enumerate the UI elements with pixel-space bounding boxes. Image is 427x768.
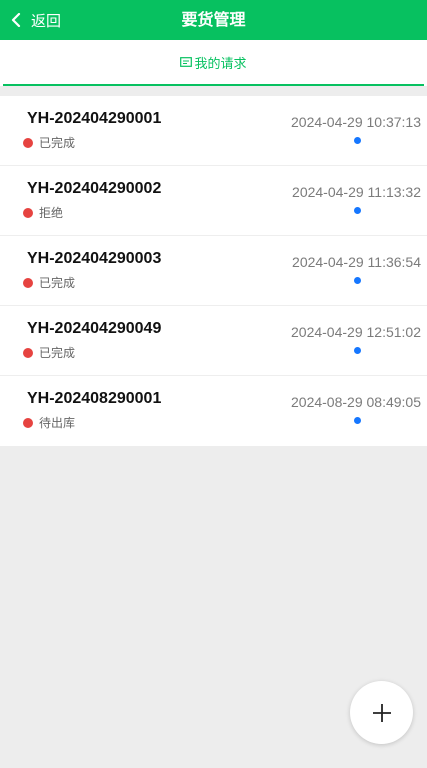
ticket-icon <box>180 57 193 67</box>
back-label: 返回 <box>31 11 62 30</box>
status-text: 拒绝 <box>39 206 64 220</box>
request-time: 2024-08-29 08:49:05 <box>291 394 421 410</box>
request-list: YH-202404290001 已完成 2024-04-29 10:37:13 … <box>0 96 427 446</box>
unread-dot <box>354 417 361 424</box>
status-badge: 已完成 <box>23 134 75 151</box>
tab-my-requests[interactable]: 我的请求 <box>3 40 424 86</box>
order-number: YH-202408290001 <box>27 390 162 407</box>
add-request-button[interactable] <box>350 681 413 744</box>
status-text: 已完成 <box>39 276 76 290</box>
back-button[interactable]: 返回 <box>10 0 61 40</box>
status-badge: 已完成 <box>23 344 75 361</box>
list-item[interactable]: YH-202408290001 待出库 2024-08-29 08:49:05 <box>0 376 427 446</box>
order-number: YH-202404290003 <box>27 250 162 267</box>
tab-label: 我的请求 <box>194 56 247 72</box>
plus-icon <box>372 703 391 722</box>
request-time: 2024-04-29 11:36:54 <box>292 254 421 270</box>
unread-dot <box>354 277 361 284</box>
tab-bar: 我的请求 <box>0 40 427 86</box>
status-dot <box>23 207 33 218</box>
order-number: YH-202404290002 <box>27 180 162 197</box>
status-text: 已完成 <box>39 136 76 150</box>
unread-dot <box>354 207 361 214</box>
order-number: YH-202404290049 <box>27 320 162 337</box>
status-dot <box>23 137 33 148</box>
status-badge: 待出库 <box>23 414 75 431</box>
list-item[interactable]: YH-202404290003 已完成 2024-04-29 11:36:54 <box>0 236 427 306</box>
status-badge: 已完成 <box>23 274 75 291</box>
list-item[interactable]: YH-202404290049 已完成 2024-04-29 12:51:02 <box>0 306 427 376</box>
list-item[interactable]: YH-202404290002 拒绝 2024-04-29 11:13:32 <box>0 166 427 236</box>
unread-dot <box>354 137 361 144</box>
list-item[interactable]: YH-202404290001 已完成 2024-04-29 10:37:13 <box>0 96 427 166</box>
page-title: 要货管理 <box>181 10 246 29</box>
status-badge: 拒绝 <box>23 204 63 221</box>
request-time: 2024-04-29 11:13:32 <box>292 184 421 200</box>
status-dot <box>23 277 33 288</box>
status-text: 待出库 <box>39 416 76 430</box>
order-number: YH-202404290001 <box>27 110 162 127</box>
chevron-left-icon <box>11 13 21 27</box>
top-bar: 返回 要货管理 <box>0 0 427 40</box>
unread-dot <box>354 347 361 354</box>
status-dot <box>23 347 33 358</box>
status-dot <box>23 417 33 428</box>
request-time: 2024-04-29 12:51:02 <box>291 324 421 340</box>
status-text: 已完成 <box>39 346 76 360</box>
request-time: 2024-04-29 10:37:13 <box>291 114 421 130</box>
